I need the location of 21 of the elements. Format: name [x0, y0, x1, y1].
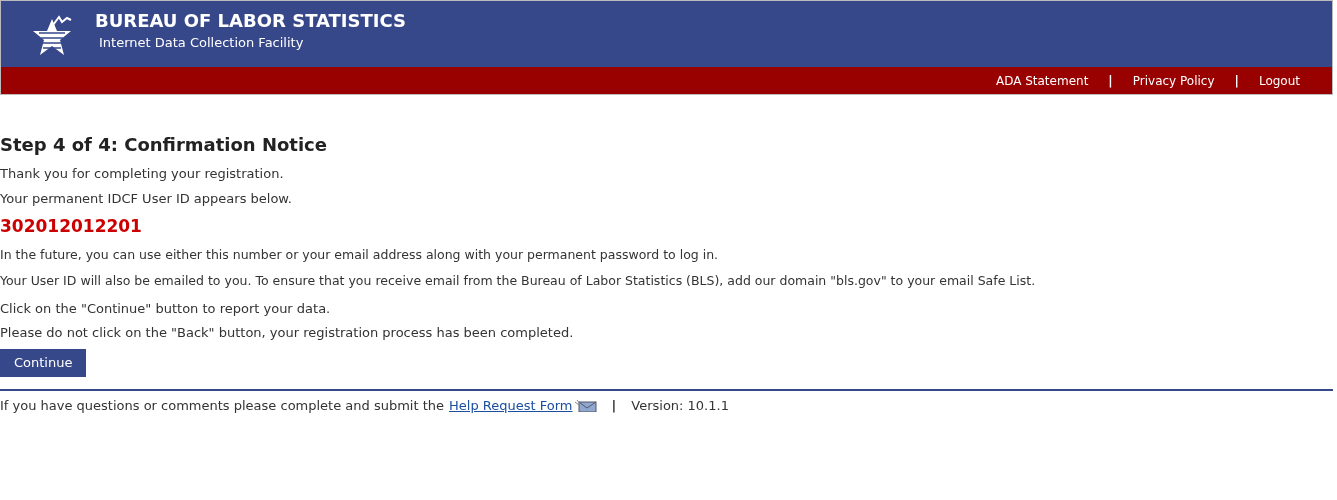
- notice-text: In the future, you can use either this number or your email address along with your permanent password to log in.: [0, 247, 720, 263]
- page-heading: Step 4 of 4: Confirmation Notice: [0, 133, 328, 157]
- nav-link[interactable]: ADA Statement: [995, 71, 1089, 90]
- continue-button[interactable]: Continue: [0, 349, 87, 377]
- instruction-text: Click on the "Continue" button to report your data.: [0, 301, 332, 317]
- nav-link[interactable]: Privacy Policy: [1132, 71, 1215, 90]
- nav-separator: |: [1233, 72, 1240, 90]
- user-id: 302012012201: [0, 215, 143, 237]
- nav-link[interactable]: Logout: [1258, 71, 1300, 90]
- facility-subtitle: Internet Data Collection Facility: [99, 34, 305, 52]
- agency-title: BUREAU OF LABOR STATISTICS: [95, 9, 406, 33]
- nav-separator: |: [1107, 72, 1114, 90]
- notice-text: Your User ID will also be emailed to you. To ensure that you receive email from the Bureau of Labor Statistics (BLS), add our domain "bls.gov" to your email Safe List.: [0, 273, 1037, 289]
- instruction-text: Please do not click on the "Back" button, your registration process has been completed.: [0, 325, 575, 341]
- footer-text: If you have questions or comments please complete and submit the: [0, 397, 445, 415]
- envelope-icon: [574, 399, 597, 412]
- intro-text: Your permanent IDCF User ID appears below.: [0, 191, 293, 207]
- footer-separator: |: [610, 397, 618, 415]
- version-text: Version: 10.1.1: [631, 397, 729, 415]
- help-request-link[interactable]: Help Request Form: [449, 396, 573, 416]
- intro-text: Thank you for completing your registration.: [0, 166, 285, 182]
